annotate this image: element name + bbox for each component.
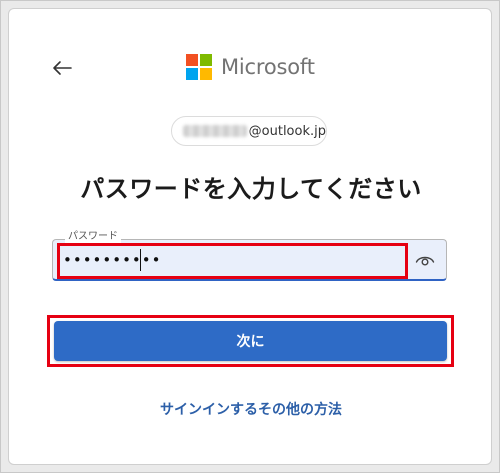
reveal-password-button[interactable] xyxy=(414,249,436,271)
eye-icon xyxy=(415,256,435,266)
redacted-username xyxy=(183,125,247,137)
arrow-left-icon xyxy=(53,61,72,75)
password-label: パスワード xyxy=(65,231,121,243)
account-identifier[interactable]: @outlook.jp xyxy=(171,116,327,146)
other-signin-options-link[interactable]: サインインするその他の方法 xyxy=(1,399,500,419)
text-caret xyxy=(140,249,141,271)
password-input[interactable] xyxy=(53,240,403,280)
password-field[interactable] xyxy=(52,239,447,281)
microsoft-logo: Microsoft xyxy=(186,54,315,80)
account-domain: @outlook.jp xyxy=(248,123,326,139)
back-button[interactable] xyxy=(49,55,75,81)
next-button[interactable]: 次に xyxy=(54,321,447,361)
brand-name: Microsoft xyxy=(221,55,315,79)
page-title: パスワードを入力してください xyxy=(80,175,422,203)
microsoft-logo-icon xyxy=(186,54,212,80)
screenshot-frame: Microsoft @outlook.jp パスワードを入力してください パスワ… xyxy=(0,0,500,473)
